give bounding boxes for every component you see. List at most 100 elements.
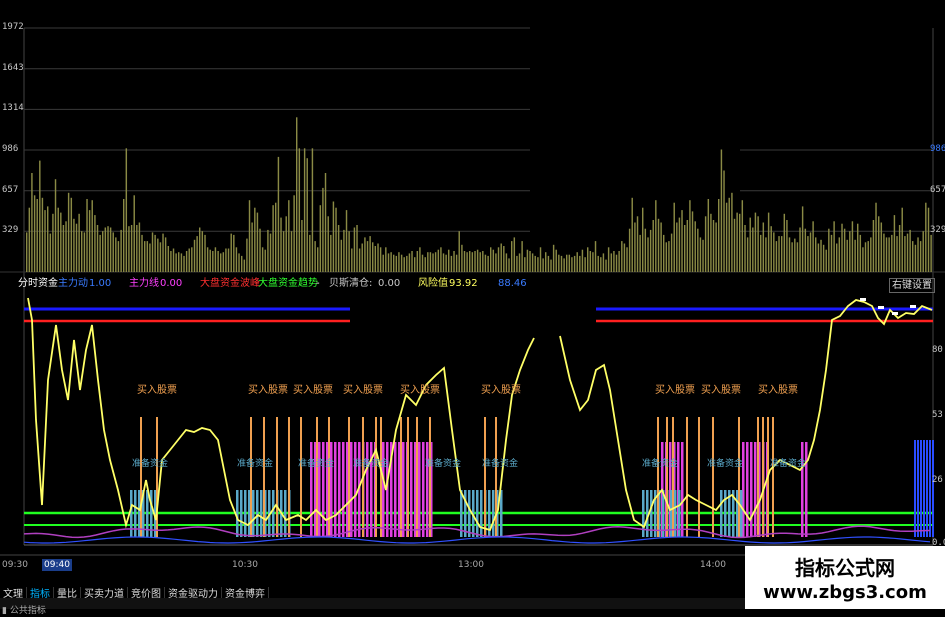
volume-bar [285,216,287,272]
volume-bar [193,239,196,272]
volume-bar [849,231,851,272]
volume-bar [602,253,605,272]
volume-bar [665,242,668,272]
orange-signal-line [772,417,774,537]
volume-y-tick: 1314 [2,103,24,114]
magenta-signal-bar [394,442,397,537]
volume-bar [437,249,440,272]
volume-bar [366,241,369,272]
header-field: 0.00 [160,278,183,289]
magenta-signal-bar [750,442,753,537]
volume-bar [773,232,775,272]
header-field: 0.00 [378,278,401,289]
volume-bar [778,236,780,272]
volume-bar [54,179,57,272]
volume-bar [379,247,382,272]
cyan-signal-bar [260,490,263,537]
volume-bar [39,160,41,272]
volume-bar [663,234,665,272]
orange-signal-line [484,417,486,537]
buy-signal-label: 买入股票 [481,385,521,396]
volume-bar [647,237,649,272]
orange-signal-line [407,417,409,537]
volume-bar [513,237,516,272]
volume-bar [775,241,778,272]
magenta-signal-bar [366,442,369,537]
volume-bar [628,228,631,272]
volume-bar [922,231,924,272]
header-field: 分时资金 [18,278,58,289]
volume-bar [691,211,694,272]
volume-bar [597,255,599,272]
volume-bar [686,220,689,272]
cyan-signal-bar [720,490,723,537]
volume-bar [261,247,264,272]
volume-bar [589,251,592,272]
volume-bar [385,247,387,272]
magenta-signal-bar [330,442,333,537]
volume-bar [296,117,298,272]
volume-bar [694,221,696,272]
watermark-title: 指标公式网 [795,556,895,580]
volume-bar [788,237,791,272]
volume-bar [241,255,243,272]
volume-bar [141,234,143,272]
volume-bar [217,251,219,272]
volume-bar [600,257,602,272]
volume-bar [398,252,400,272]
settings-button[interactable]: 右键设置 [889,278,935,293]
volume-bar [248,200,251,272]
orange-signal-line [672,417,674,537]
cyan-signal-bar [468,490,471,537]
buy-signal-label: 买入股票 [343,385,383,396]
volume-bar [70,197,73,272]
volume-bar [382,254,384,272]
volume-bar [269,233,272,272]
volume-bar [901,207,903,272]
volume-bar [47,206,49,272]
volume-bar [220,253,222,272]
volume-bar [280,217,282,272]
volume-bar [843,228,846,272]
volume-bar [361,243,363,272]
blue-signal-bar [917,440,919,537]
prep-signal-label: 准备资金 [642,459,679,469]
volume-bar [825,249,827,272]
volume-bar [904,236,906,272]
magenta-signal-bar [801,442,804,537]
volume-bar [154,234,156,272]
volume-bar [610,253,613,272]
volume-bar [235,247,238,272]
header-field: 贝斯清仓: [329,278,373,289]
time-axis-label: 13:00 [458,560,484,570]
volume-bar [678,217,681,272]
chart-stage[interactable] [0,0,945,609]
volume-bar [503,246,505,272]
volume-bar [243,259,246,272]
volume-bar [878,216,880,272]
volume-bar [615,254,618,272]
volume-bar [754,212,757,272]
orange-signal-line [666,417,668,537]
volume-bar [657,218,660,272]
volume-bar [416,251,419,272]
volume-bar [136,225,138,272]
magenta-signal-bar [322,442,325,537]
volume-bar [188,248,190,272]
volume-bar [60,212,62,272]
volume-bar [112,232,114,272]
blue-signal-bar [920,440,922,537]
volume-bar [725,202,728,272]
header-field: 风险值 [418,278,448,289]
volume-bar [733,218,736,272]
volume-bar [508,258,510,272]
volume-bar [272,205,274,272]
volume-bar [115,237,117,272]
volume-bar [458,231,460,272]
orange-signal-line [416,417,418,537]
orange-signal-line [686,417,688,537]
prep-signal-label: 准备资金 [425,459,462,469]
blue-baseline [23,536,931,544]
volume-bar [621,241,623,272]
volume-bar [917,237,919,272]
